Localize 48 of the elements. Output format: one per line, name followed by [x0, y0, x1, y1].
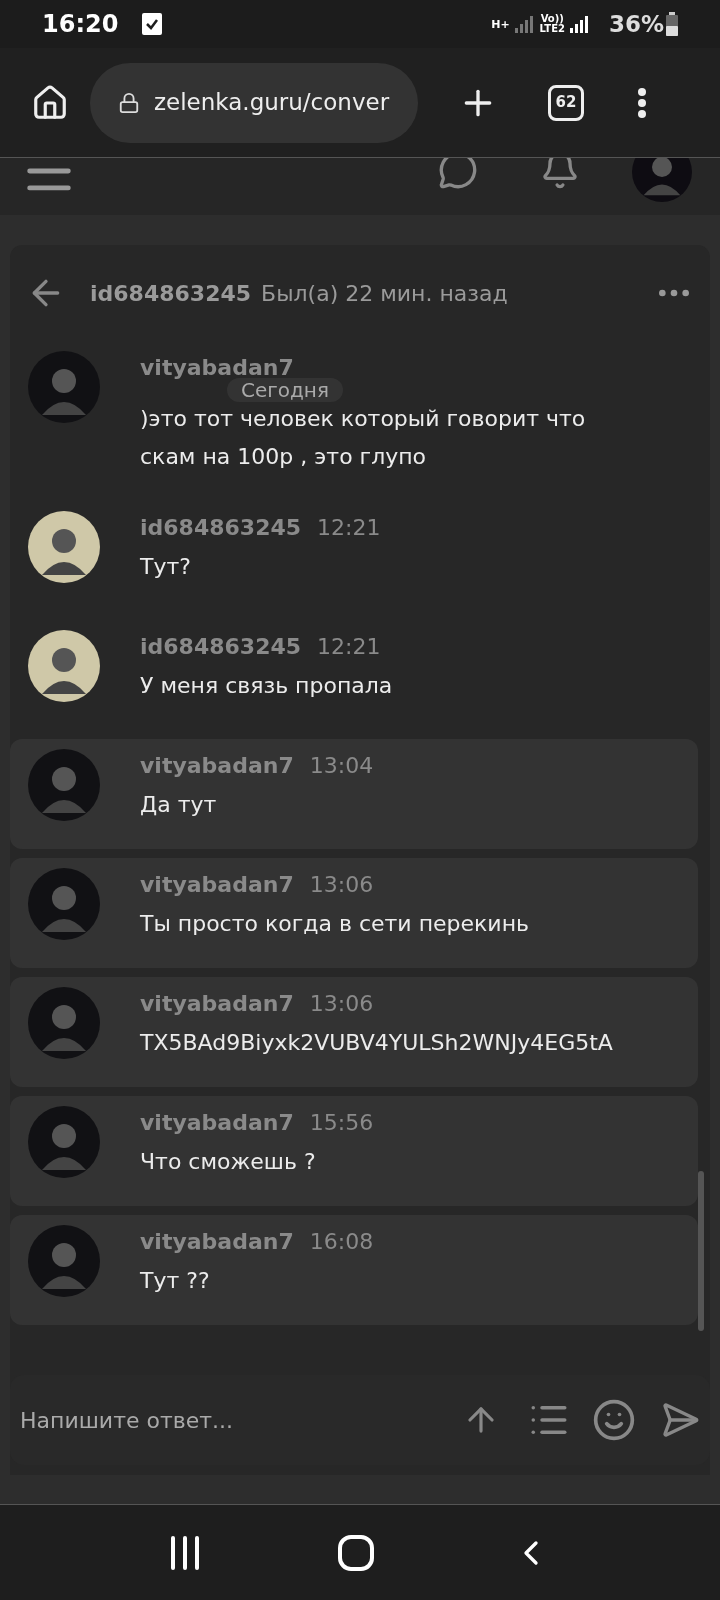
scrollbar[interactable] — [698, 1171, 704, 1331]
lte-label: LTE2 — [539, 24, 565, 34]
conversation-title: id684863245 — [90, 279, 252, 308]
notifications-icon[interactable] — [540, 158, 580, 190]
message-time: 16:08 — [309, 1228, 374, 1256]
emoji-icon[interactable] — [592, 1398, 636, 1442]
network-type: H+ — [491, 18, 510, 30]
message-text: Да тут — [140, 791, 218, 819]
send-icon[interactable] — [660, 1400, 700, 1440]
url-text: zelenka.guru/conver — [154, 88, 390, 118]
message-text: Что сможешь ? — [140, 1148, 317, 1176]
recent-apps-icon[interactable] — [168, 1535, 201, 1570]
message-author[interactable]: vityabadan7 — [140, 1225, 294, 1258]
message-text: Ты просто когда в сети перекинь — [140, 910, 530, 938]
address-bar[interactable]: zelenka.guru/conver — [90, 62, 418, 143]
message-time: 13:04 — [309, 752, 374, 780]
message-time: 13:06 — [309, 871, 374, 899]
message-text: Тут? — [140, 553, 192, 581]
volte-label: Vo)) — [540, 14, 564, 24]
chat-icon[interactable] — [438, 158, 478, 190]
message-author[interactable]: id684863245 — [140, 630, 302, 663]
signal-icon — [568, 14, 589, 34]
message-time: 12:21 — [317, 514, 381, 542]
message-time: 15:56 — [309, 1109, 374, 1137]
date-badge: Сегодня — [227, 378, 343, 402]
message-author[interactable]: vityabadan7 — [140, 1106, 294, 1139]
home-icon — [31, 83, 69, 122]
battery-icon — [666, 12, 678, 36]
message-text: )это тот человек который говорит что скам на 100р , это глупо — [140, 405, 587, 471]
message-text: У меня связь пропала — [140, 672, 393, 700]
message-text: Тут ?? — [140, 1267, 211, 1295]
reply-field[interactable]: Напишите ответ... — [20, 1403, 462, 1437]
clock: 16:20 — [42, 9, 119, 40]
last-seen-text: Был(а) 22 мин. назад — [261, 279, 508, 308]
message-author[interactable]: vityabadan7 — [140, 749, 294, 782]
message-time: 13:06 — [309, 990, 374, 1018]
more-icon — [638, 87, 646, 118]
signal-icon — [513, 14, 534, 34]
message-text: TX5BAd9Biyxk2VUBV4YULSh2WNJy4EG5tA — [140, 1029, 613, 1057]
home-icon[interactable] — [338, 1534, 374, 1571]
message-author[interactable]: vityabadan7 — [140, 868, 294, 901]
message-time: 12:21 — [317, 633, 381, 661]
message-author[interactable]: vityabadan7 — [140, 987, 294, 1020]
lock-icon — [118, 91, 140, 114]
battery-percent: 36% — [608, 9, 664, 39]
tab-switcher-button[interactable]: 62 — [548, 84, 584, 121]
checkbox-notification-icon — [142, 13, 163, 35]
message-author[interactable]: id684863245 — [140, 511, 302, 544]
